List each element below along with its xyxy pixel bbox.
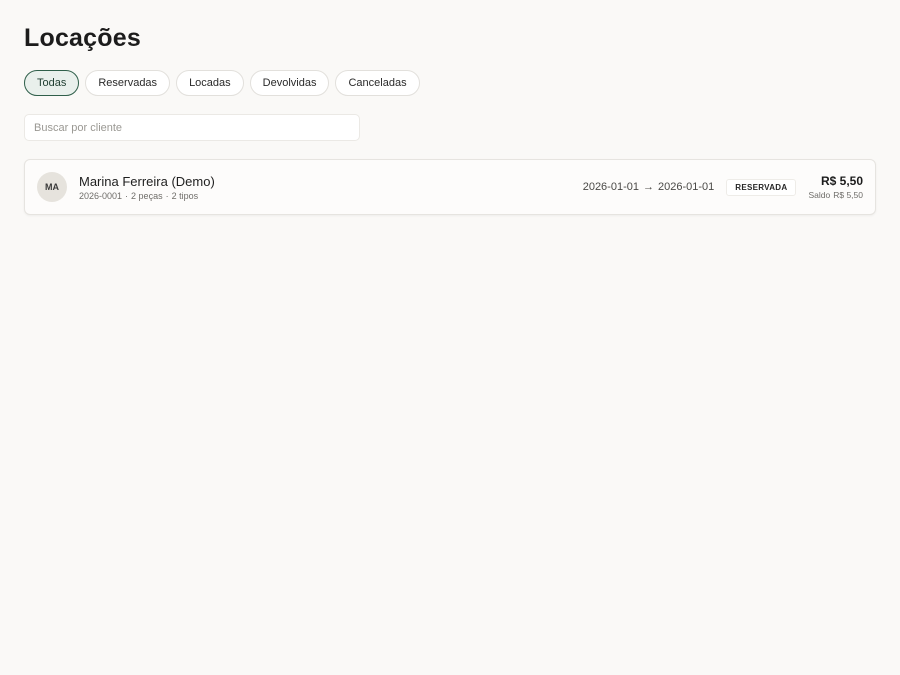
- client-avatar: MA: [37, 172, 67, 202]
- rental-list-item[interactable]: MA Marina Ferreira (Demo) 2026-0001 · 2 …: [24, 159, 876, 215]
- balance-label: Saldo: [808, 190, 831, 200]
- rental-balance: Saldo R$ 5,50: [808, 190, 863, 200]
- rentals-page: Locações Todas Reservadas Locadas Devolv…: [0, 0, 900, 675]
- search-input[interactable]: [34, 121, 350, 134]
- client-name: Marina Ferreira (Demo): [79, 173, 215, 189]
- rental-meta: 2026-0001 · 2 peças · 2 tipos: [79, 191, 215, 201]
- types-count: 2 tipos: [171, 190, 199, 201]
- pieces-count: 2 peças: [131, 190, 163, 201]
- filter-chip-reservadas[interactable]: Reservadas: [85, 70, 171, 96]
- meta-separator: ·: [165, 190, 169, 201]
- page-title: Locações: [24, 24, 141, 52]
- search-box: [24, 114, 360, 141]
- rental-amounts: R$ 5,50 Saldo R$ 5,50: [808, 174, 863, 200]
- arrow-right-icon: →: [642, 181, 654, 193]
- balance-value: R$ 5,50: [833, 190, 863, 200]
- rental-total: R$ 5,50: [820, 174, 863, 188]
- rental-period: 2026-01-01 → 2026-01-01: [583, 181, 715, 193]
- status-filter-bar: Todas Reservadas Locadas Devolvidas Canc…: [24, 70, 876, 96]
- filter-chip-locadas[interactable]: Locadas: [176, 70, 244, 96]
- start-date: 2026-01-01: [582, 181, 639, 193]
- filter-chip-devolvidas[interactable]: Devolvidas: [249, 70, 330, 96]
- rental-code: 2026-0001: [79, 190, 123, 201]
- filter-chip-canceladas[interactable]: Canceladas: [335, 70, 420, 96]
- rental-info: Marina Ferreira (Demo) 2026-0001 · 2 peç…: [79, 174, 215, 201]
- meta-separator: ·: [125, 190, 129, 201]
- status-badge: RESERVADA: [726, 178, 797, 196]
- end-date: 2026-01-01: [657, 181, 715, 193]
- filter-chip-todas[interactable]: Todas: [24, 70, 80, 96]
